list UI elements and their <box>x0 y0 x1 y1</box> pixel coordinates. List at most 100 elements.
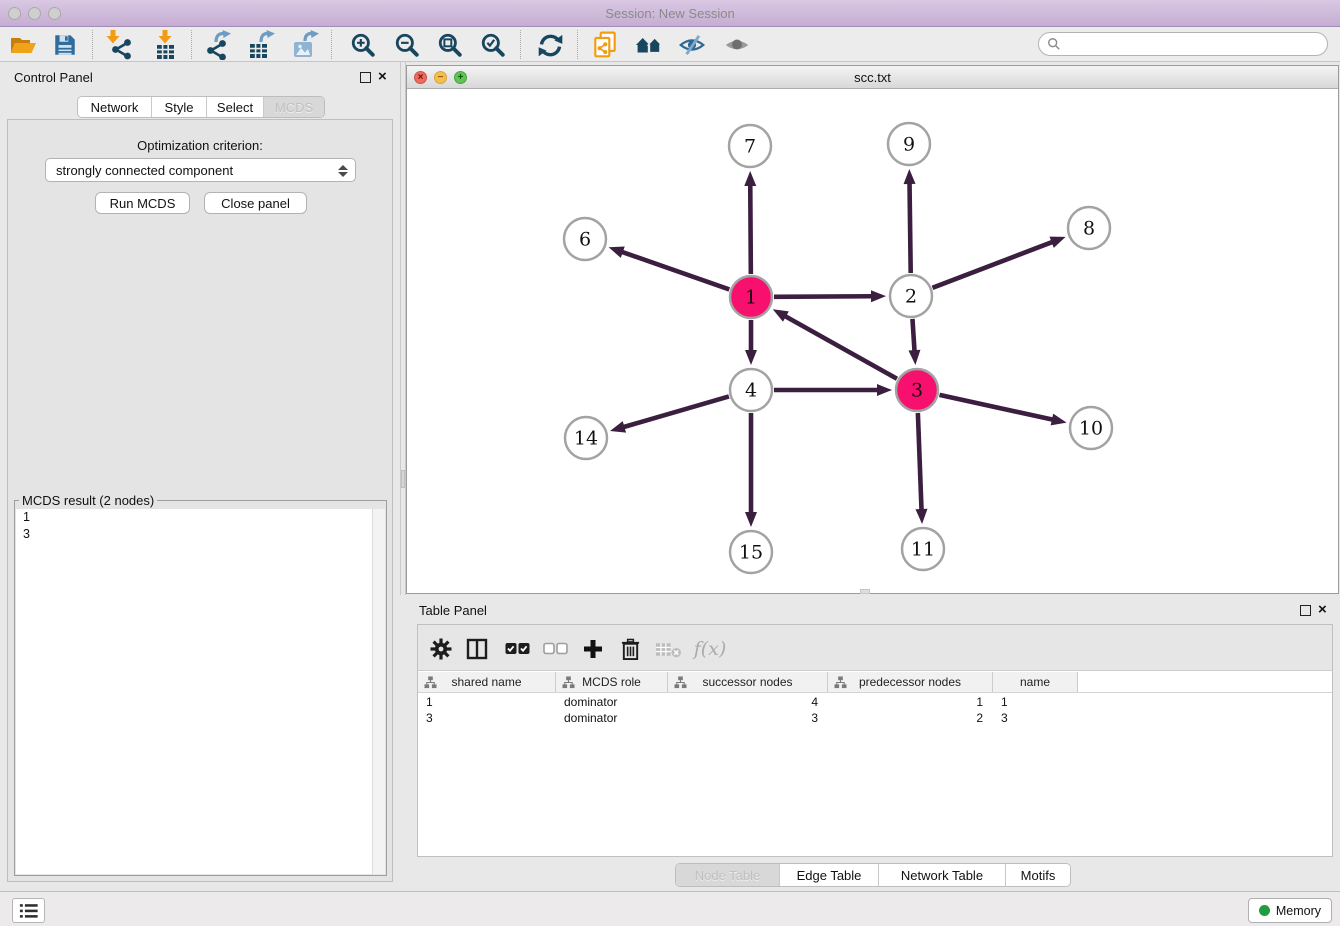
open-folder-glyph <box>9 32 37 58</box>
run-mcds-button[interactable]: Run MCDS <box>95 192 190 214</box>
task-history-button[interactable] <box>12 898 45 923</box>
graph-node-label: 7 <box>744 136 756 158</box>
column-header-predecessor-nodes[interactable]: predecessor nodes <box>828 672 993 692</box>
graph-edge-4-14[interactable] <box>622 396 728 427</box>
clone-network-glyph <box>592 31 618 59</box>
graph-node-label: 6 <box>579 229 591 251</box>
column-header-name[interactable]: name <box>993 672 1078 692</box>
graph-edge-2-8[interactable] <box>932 242 1053 288</box>
cell-name[interactable]: 3 <box>993 710 1078 726</box>
add-column-icon[interactable] <box>578 634 608 664</box>
splitter-grip[interactable] <box>401 470 405 488</box>
close-panel-button[interactable]: Close panel <box>204 192 307 214</box>
delete-column-icon[interactable] <box>615 634 645 664</box>
zoom-out-icon[interactable] <box>391 29 423 61</box>
zoom-selected-icon[interactable] <box>477 29 509 61</box>
graph-node-label: 15 <box>739 542 763 564</box>
checked-boxes-glyph <box>504 642 531 656</box>
main-toolbar <box>0 27 1340 62</box>
save-session-icon[interactable] <box>49 29 81 61</box>
toolbar-separator <box>191 30 192 59</box>
search-input[interactable] <box>1061 37 1327 51</box>
hide-selected-icon[interactable] <box>676 29 708 61</box>
zoom-in-icon[interactable] <box>347 29 379 61</box>
graph-edge-3-10[interactable] <box>939 395 1053 420</box>
table-delete-glyph <box>655 640 682 659</box>
graph-edge-arrowhead <box>877 384 892 396</box>
export-network-icon[interactable] <box>203 29 235 61</box>
column-layout-icon[interactable] <box>462 634 492 664</box>
graph-edge-arrowhead <box>871 290 886 302</box>
cell-predecessor-nodes[interactable]: 2 <box>828 710 993 726</box>
graph-edge-2-3[interactable] <box>912 319 914 352</box>
memory-button[interactable]: Memory <box>1248 898 1332 923</box>
import-network-icon[interactable] <box>103 29 135 61</box>
mcds-result-area[interactable]: 1 3 <box>16 509 385 874</box>
delete-table-icon <box>651 634 685 664</box>
cell-successor-nodes[interactable]: 3 <box>668 710 828 726</box>
first-neighbors-icon[interactable] <box>633 29 665 61</box>
horizontal-splitter-grip[interactable] <box>860 589 870 594</box>
cell-shared-name[interactable]: 1 <box>418 694 556 710</box>
table-container: f(x) shared nameMCDS rolesuccessor nodes… <box>417 624 1333 857</box>
column-type-tree-icon <box>834 676 847 689</box>
criterion-select[interactable]: strongly connected component <box>45 158 356 182</box>
float-panel-icon[interactable] <box>360 72 371 83</box>
column-header-MCDS-role[interactable]: MCDS role <box>556 672 668 692</box>
graph-node-label: 1 <box>745 287 757 309</box>
cell-successor-nodes[interactable]: 4 <box>668 694 828 710</box>
refresh-layout-icon[interactable] <box>534 29 566 61</box>
tab-edge-table[interactable]: Edge Table <box>780 864 879 886</box>
select-all-rows-icon[interactable] <box>500 634 534 664</box>
column-header-successor-nodes[interactable]: successor nodes <box>668 672 828 692</box>
open-session-icon[interactable] <box>7 29 39 61</box>
clone-network-icon[interactable] <box>589 29 621 61</box>
control-panel-tabs: Network Style Select MCDS <box>77 96 325 118</box>
network-canvas[interactable]: 7968124314101511 <box>407 89 1338 593</box>
graph-edge-1-2[interactable] <box>774 296 873 297</box>
cell-name[interactable]: 1 <box>993 694 1078 710</box>
tab-style[interactable]: Style <box>152 97 207 117</box>
control-panel-header: Control Panel × <box>0 68 401 88</box>
column-type-tree-icon <box>674 676 687 689</box>
tab-node-table[interactable]: Node Table <box>676 864 780 886</box>
graph-edge-arrowhead <box>1049 237 1065 248</box>
table-row[interactable]: 1dominator411 <box>418 694 1332 710</box>
graph-edge-1-7[interactable] <box>750 184 751 274</box>
float-panel-icon[interactable] <box>1300 605 1311 616</box>
tab-mcds[interactable]: MCDS <box>264 97 324 117</box>
tab-motifs[interactable]: Motifs <box>1006 864 1070 886</box>
toolbar-separator <box>92 30 93 59</box>
search-field[interactable] <box>1038 32 1328 56</box>
unchecked-boxes-glyph <box>542 642 569 656</box>
table-row[interactable]: 3dominator323 <box>418 710 1332 726</box>
graph-edge-3-1[interactable] <box>784 316 897 379</box>
tab-network[interactable]: Network <box>78 97 152 117</box>
tab-select[interactable]: Select <box>207 97 264 117</box>
cell-shared-name[interactable]: 3 <box>418 710 556 726</box>
status-bar: Memory <box>0 891 1340 926</box>
cell-predecessor-nodes[interactable]: 1 <box>828 694 993 710</box>
close-panel-icon[interactable]: × <box>1318 601 1327 619</box>
export-table-icon[interactable] <box>246 29 278 61</box>
show-all-icon[interactable] <box>721 29 753 61</box>
control-panel-title: Control Panel <box>14 70 93 85</box>
import-table-icon[interactable] <box>149 29 181 61</box>
graph-edge-arrowhead <box>1051 414 1067 426</box>
deselect-all-rows-icon[interactable] <box>538 634 572 664</box>
settings-gear-icon[interactable] <box>426 634 456 664</box>
graph-edge-3-11[interactable] <box>918 413 922 511</box>
cell-MCDS-role[interactable]: dominator <box>556 710 668 726</box>
gear-glyph <box>430 638 452 660</box>
close-panel-icon[interactable]: × <box>378 68 387 86</box>
cell-MCDS-role[interactable]: dominator <box>556 694 668 710</box>
tab-network-table[interactable]: Network Table <box>879 864 1006 886</box>
zoom-fit-icon[interactable] <box>434 29 466 61</box>
column-header-shared-name[interactable]: shared name <box>418 672 556 692</box>
graph-edge-2-9[interactable] <box>910 182 911 273</box>
result-scrollbar[interactable] <box>372 509 385 874</box>
table-panel: Table Panel × <box>405 595 1340 891</box>
export-image-icon[interactable] <box>290 29 322 61</box>
graph-edge-1-6[interactable] <box>621 252 729 290</box>
trash-glyph <box>620 638 641 661</box>
